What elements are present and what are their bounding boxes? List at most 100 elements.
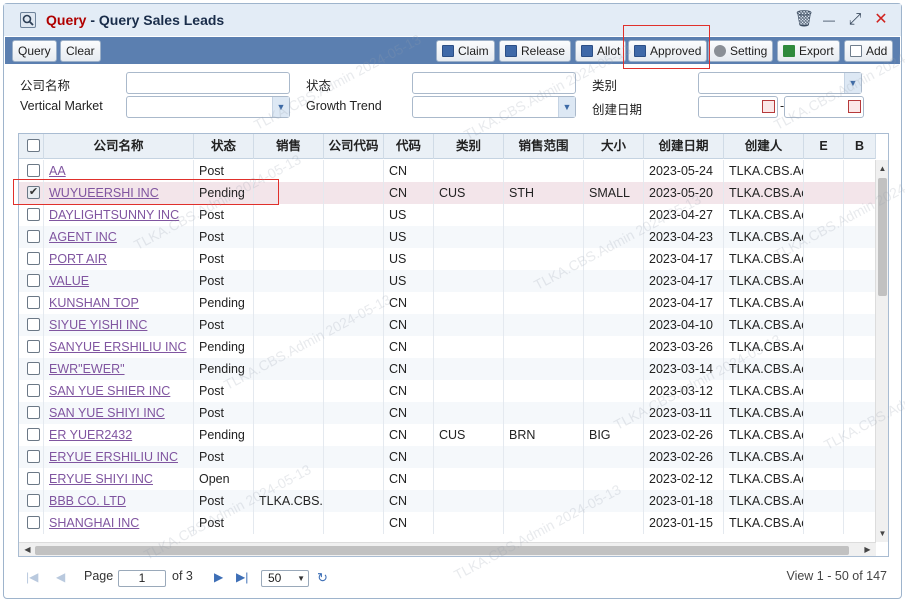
- table-row[interactable]: SIYUE YISHI INC Post CN 2023-04-10 TLKA.CBS.…: [19, 314, 876, 336]
- table-row[interactable]: ER YUER2432 Pending CN CUS BRN BIG 2023-02-26 T…: [19, 424, 876, 446]
- company-link[interactable]: KUNSHAN TOP: [44, 292, 194, 314]
- company-name-input[interactable]: [126, 72, 290, 94]
- row-checkbox[interactable]: [27, 230, 40, 243]
- vertical-scroll-thumb[interactable]: [878, 178, 887, 296]
- column-header-status[interactable]: 状态: [194, 134, 254, 159]
- column-header-company[interactable]: 公司名称: [44, 134, 194, 159]
- column-header-company-code[interactable]: 公司代码: [324, 134, 384, 159]
- company-link[interactable]: AGENT INC: [44, 226, 194, 248]
- table-row[interactable]: VALUE Post US 2023-04-17 TLKA.CBS.Ac: [19, 270, 876, 292]
- chevron-down-icon[interactable]: ▼: [558, 97, 575, 117]
- row-checkbox[interactable]: [27, 296, 40, 309]
- release-button[interactable]: Release: [499, 40, 572, 62]
- company-link[interactable]: SIYUE YISHI INC: [44, 314, 194, 336]
- row-checkbox[interactable]: [27, 428, 40, 441]
- cell-size: [584, 314, 644, 336]
- table-row[interactable]: PORT AIR Post US 2023-04-17 TLKA.CBS.Ac: [19, 248, 876, 270]
- table-row[interactable]: KUNSHAN TOP Pending CN 2023-04-17 TLKA.CBS.A…: [19, 292, 876, 314]
- row-checkbox[interactable]: [27, 274, 40, 287]
- vertical-scrollbar[interactable]: ▲ ▼: [875, 160, 888, 542]
- chevron-down-icon[interactable]: ▼: [844, 73, 861, 93]
- column-header-sales[interactable]: 销售: [254, 134, 324, 159]
- scroll-down-icon[interactable]: ▼: [876, 527, 889, 540]
- company-link[interactable]: ERYUE ERSHILIU INC: [44, 446, 194, 468]
- refresh-icon[interactable]: ↻: [317, 570, 328, 586]
- column-header-created-date[interactable]: 创建日期: [644, 134, 724, 159]
- company-link[interactable]: SAN YUE SHIYI INC: [44, 402, 194, 424]
- calendar-icon[interactable]: [762, 100, 775, 113]
- maximize-button[interactable]: ⤢: [845, 10, 865, 30]
- add-button[interactable]: Add: [844, 40, 894, 62]
- row-checkbox[interactable]: [27, 494, 40, 507]
- created-date-from[interactable]: [698, 96, 778, 118]
- cell-company-code: [324, 358, 384, 380]
- table-row[interactable]: SANYUE ERSHILIU INC Pending CN 2023-03-26 TL…: [19, 336, 876, 358]
- horizontal-scroll-thumb[interactable]: [35, 546, 849, 555]
- calendar-icon[interactable]: [848, 100, 861, 113]
- table-row[interactable]: SAN YUE SHIER INC Post CN 2023-03-12 TLKA.CB…: [19, 380, 876, 402]
- company-link[interactable]: BBB CO. LTD: [44, 490, 194, 512]
- column-header-country-code[interactable]: 代码: [384, 134, 434, 159]
- company-link[interactable]: SANYUE ERSHILIU INC: [44, 336, 194, 358]
- first-page-icon[interactable]: |◀: [26, 570, 38, 584]
- row-checkbox[interactable]: [27, 208, 40, 221]
- prev-page-icon[interactable]: ◀: [56, 570, 65, 584]
- row-checkbox[interactable]: [27, 450, 40, 463]
- status-input[interactable]: [412, 72, 576, 94]
- page-number-input[interactable]: 1: [118, 570, 166, 587]
- row-checkbox[interactable]: [27, 472, 40, 485]
- table-row[interactable]: SHANGHAI INC Post CN 2023-01-15 TLKA.CBS.Ac: [19, 512, 876, 534]
- table-row[interactable]: AGENT INC Post US 2023-04-23 TLKA.CBS.Ac: [19, 226, 876, 248]
- allot-button[interactable]: Allot: [575, 40, 627, 62]
- column-header-size[interactable]: 大小: [584, 134, 644, 159]
- growth-trend-select[interactable]: ▼: [412, 96, 576, 118]
- scroll-left-icon[interactable]: ◀: [21, 543, 34, 556]
- table-row[interactable]: ERYUE SHIYI INC Open CN 2023-02-12 TLKA.CBS.…: [19, 468, 876, 490]
- column-header-creator[interactable]: 创建人: [724, 134, 804, 159]
- company-link[interactable]: SAN YUE SHIER INC: [44, 380, 194, 402]
- row-checkbox[interactable]: [27, 252, 40, 265]
- chevron-down-icon[interactable]: ▼: [272, 97, 289, 117]
- row-checkbox[interactable]: [27, 164, 40, 177]
- scroll-right-icon[interactable]: ▶: [861, 543, 874, 556]
- company-link[interactable]: ERYUE SHIYI INC: [44, 468, 194, 490]
- column-header-sales-range[interactable]: 销售范围: [504, 134, 584, 159]
- next-page-icon[interactable]: ▶: [214, 570, 223, 584]
- table-row[interactable]: ERYUE ERSHILIU INC Post CN 2023-02-26 TLKA.C…: [19, 446, 876, 468]
- setting-button[interactable]: Setting: [708, 40, 774, 62]
- company-link[interactable]: PORT AIR: [44, 248, 194, 270]
- company-link[interactable]: SHANGHAI INC: [44, 512, 194, 534]
- row-checkbox[interactable]: [27, 340, 40, 353]
- export-button[interactable]: Export: [777, 40, 840, 62]
- column-header-b[interactable]: B: [844, 134, 876, 159]
- page-size-select[interactable]: 50 ▼: [261, 570, 309, 587]
- company-link[interactable]: ER YUER2432: [44, 424, 194, 446]
- minimize-button[interactable]: —: [819, 10, 839, 30]
- column-header-category[interactable]: 类别: [434, 134, 504, 159]
- table-row[interactable]: DAYLIGHTSUNNY INC Post US 2023-04-27 TLKA.CB…: [19, 204, 876, 226]
- horizontal-scrollbar[interactable]: ◀ ▶: [19, 542, 876, 556]
- row-checkbox[interactable]: [27, 516, 40, 529]
- select-all-checkbox[interactable]: [27, 139, 40, 152]
- scroll-up-icon[interactable]: ▲: [876, 162, 889, 175]
- row-checkbox[interactable]: [27, 318, 40, 331]
- trash-icon[interactable]: 🗑: [794, 10, 814, 30]
- table-row[interactable]: EWR"EWER" Pending CN 2023-03-14 TLKA.CBS.Ac: [19, 358, 876, 380]
- row-checkbox[interactable]: [27, 384, 40, 397]
- row-checkbox[interactable]: [27, 362, 40, 375]
- close-button[interactable]: ✕: [871, 10, 891, 30]
- company-link[interactable]: EWR"EWER": [44, 358, 194, 380]
- category-select[interactable]: ▼: [698, 72, 862, 94]
- clear-button[interactable]: Clear: [60, 40, 101, 62]
- last-page-icon[interactable]: ▶|: [236, 570, 248, 584]
- table-row[interactable]: SAN YUE SHIYI INC Post CN 2023-03-11 TLKA.CB…: [19, 402, 876, 424]
- claim-button[interactable]: Claim: [436, 40, 495, 62]
- row-checkbox[interactable]: [27, 406, 40, 419]
- query-button[interactable]: Query: [12, 40, 57, 62]
- table-row[interactable]: BBB CO. LTDPostTLKA.CBS.A CN 2023-01-18TLK…: [19, 490, 876, 512]
- company-link[interactable]: DAYLIGHTSUNNY INC: [44, 204, 194, 226]
- vertical-market-select[interactable]: ▼: [126, 96, 290, 118]
- company-link[interactable]: VALUE: [44, 270, 194, 292]
- column-header-e[interactable]: E: [804, 134, 844, 159]
- created-date-to[interactable]: [784, 96, 864, 118]
